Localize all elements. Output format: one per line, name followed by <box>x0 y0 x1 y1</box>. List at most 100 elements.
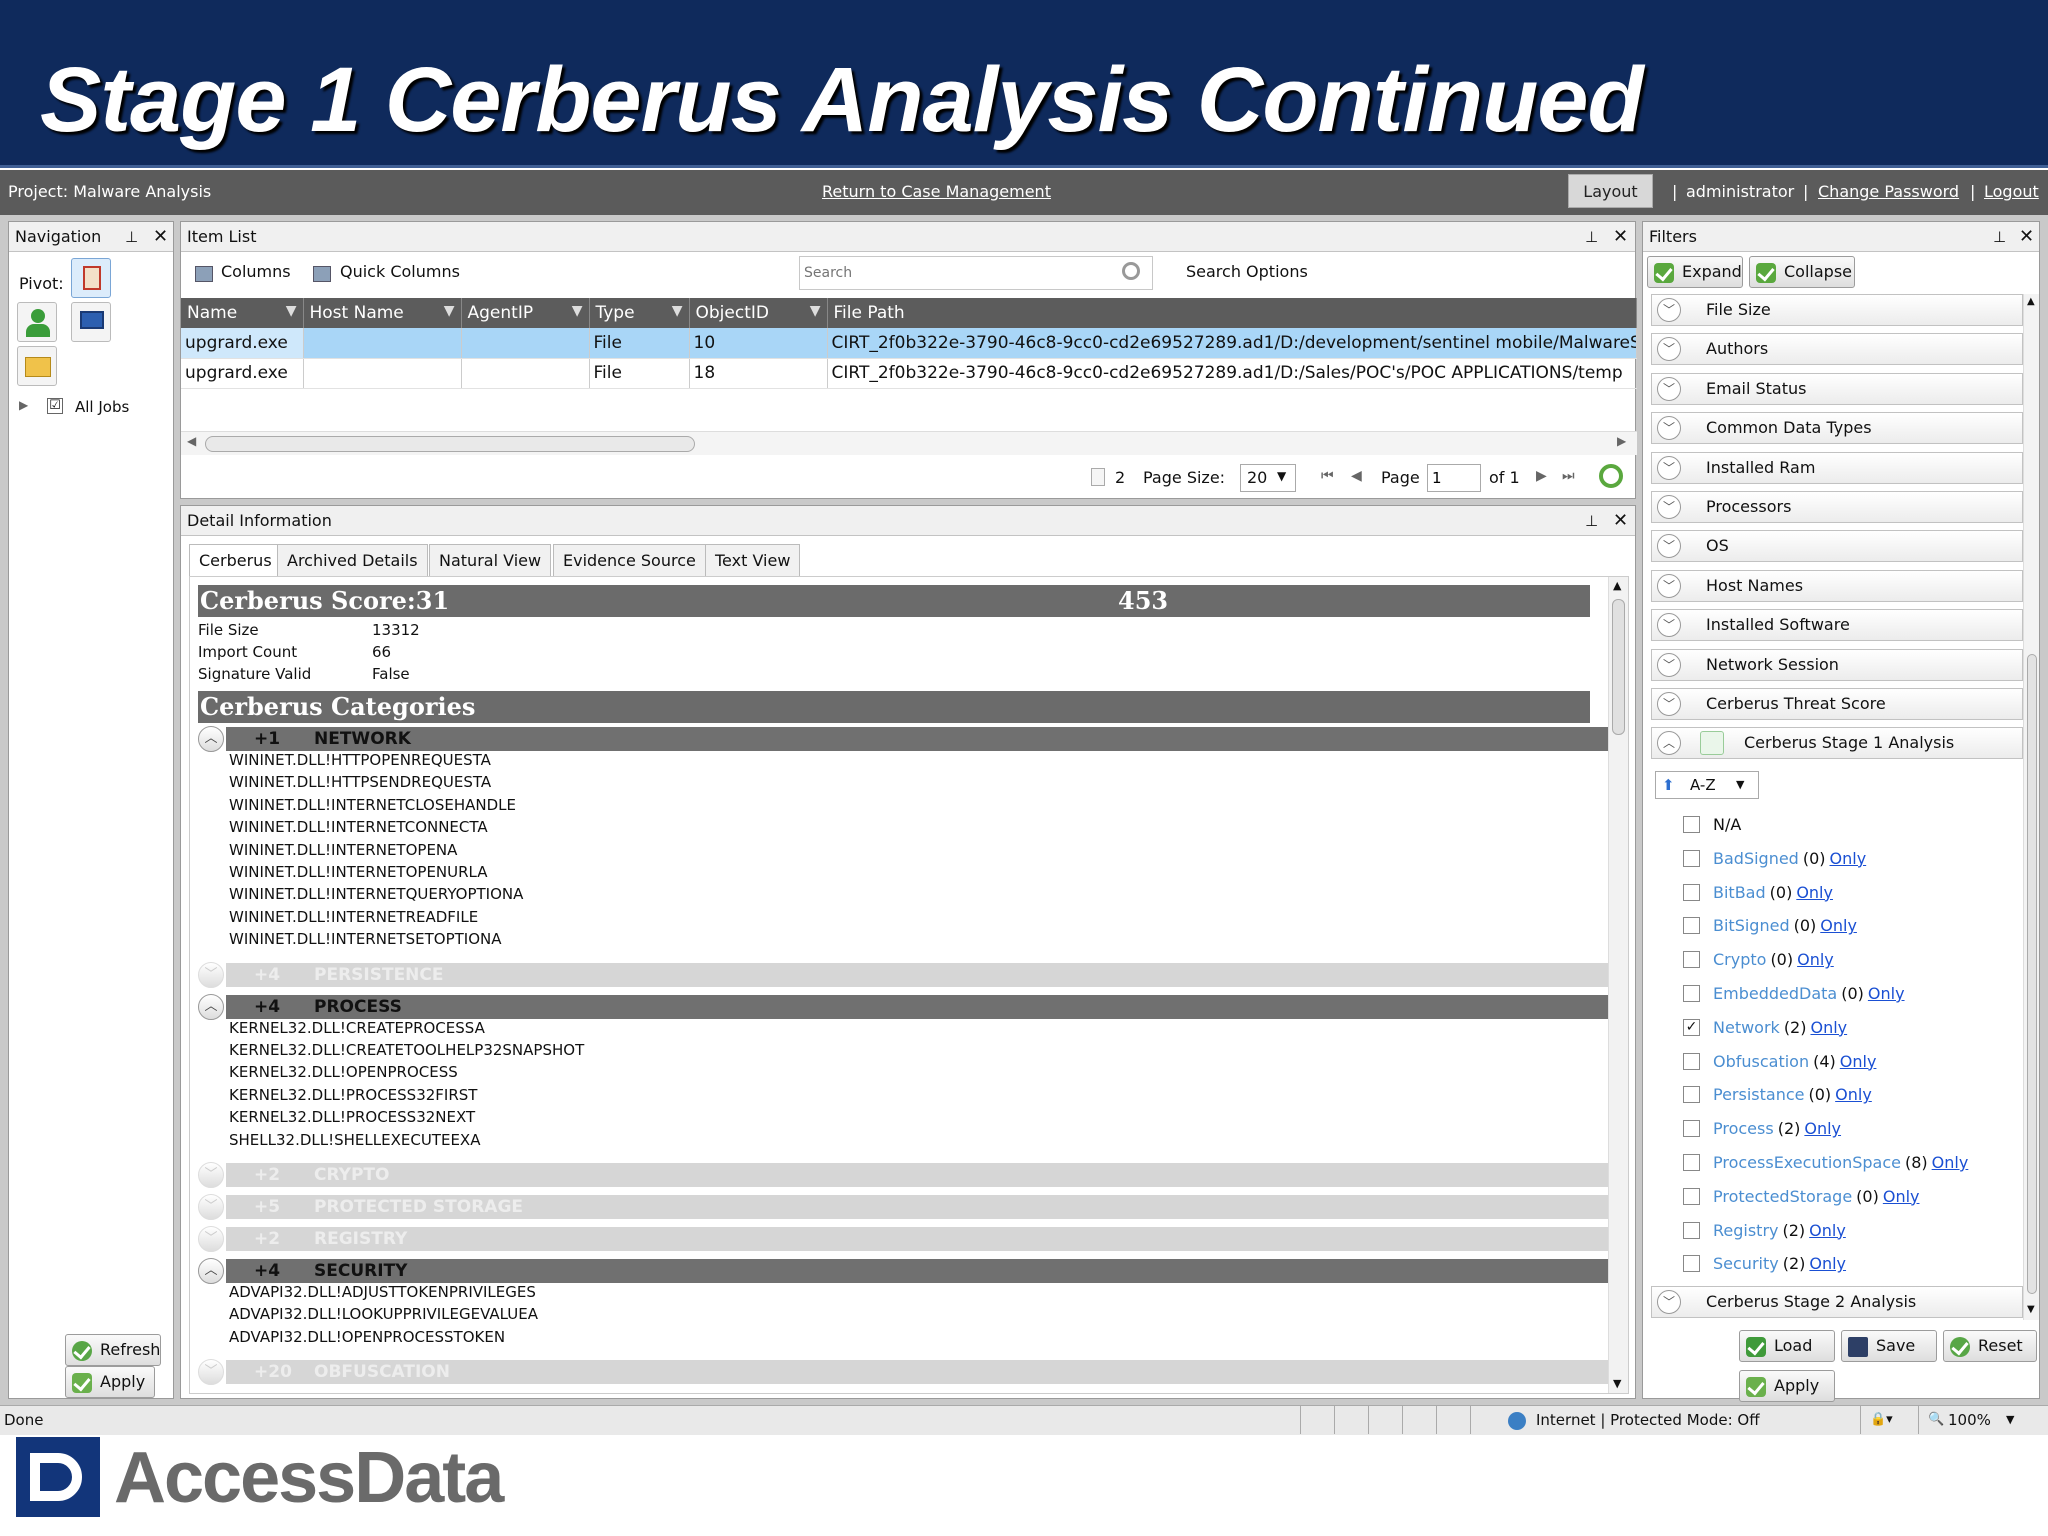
checkbox[interactable] <box>1683 917 1700 935</box>
expand-category-icon[interactable]: ﹀ <box>198 961 224 988</box>
expand-icon[interactable]: ﹀ <box>1657 376 1681 401</box>
filter-option[interactable]: Registry (2) Only <box>1683 1221 1846 1240</box>
layout-button[interactable]: Layout <box>1568 174 1653 208</box>
category-header[interactable]: +2 REGISTRY <box>226 1227 1618 1251</box>
filter-option[interactable]: BadSigned (0) Only <box>1683 849 1866 868</box>
pin-icon[interactable]: ⊥ <box>1585 506 1598 536</box>
expand-icon[interactable]: ﹀ <box>1657 337 1681 362</box>
option-label[interactable]: Process <box>1713 1119 1774 1138</box>
only-link[interactable]: Only <box>1809 1254 1846 1273</box>
only-link[interactable]: Only <box>1820 916 1857 935</box>
search-box[interactable] <box>799 256 1153 290</box>
refresh-button[interactable]: Refresh <box>65 1334 161 1366</box>
category-header[interactable]: +1 NETWORK <box>226 727 1618 751</box>
tab-natural-view[interactable]: Natural View <box>429 544 552 576</box>
quick-columns-button[interactable]: Quick Columns <box>340 262 460 281</box>
filter-funnel-icon[interactable]: ▼ <box>672 303 683 319</box>
close-icon[interactable]: ✕ <box>2019 222 2034 252</box>
filter-option[interactable]: Process (2) Only <box>1683 1119 1841 1138</box>
checkbox[interactable] <box>1683 1052 1700 1070</box>
option-label[interactable]: Security <box>1713 1254 1779 1273</box>
scrollbar-thumb[interactable] <box>1612 599 1625 735</box>
network-computer-icon[interactable] <box>71 302 111 342</box>
option-label[interactable]: BitSigned <box>1713 916 1790 935</box>
facet-item[interactable]: ﹀ Cerberus Threat Score <box>1651 688 2023 720</box>
facet-item[interactable]: ﹀ Network Session <box>1651 648 2023 681</box>
category-header[interactable]: +4 PROCESS <box>226 994 1618 1019</box>
collapse-category-icon[interactable]: ︿ <box>198 993 224 1020</box>
facet-item[interactable]: ﹀ Installed Software <box>1651 609 2023 642</box>
checkbox[interactable] <box>1683 985 1700 1002</box>
filter-option[interactable]: Security (2) Only <box>1683 1254 1846 1273</box>
collapse-category-icon[interactable]: ︿ <box>198 1258 224 1284</box>
last-page-icon[interactable]: ⏭ <box>1562 468 1575 484</box>
scroll-right-icon[interactable]: ▶ <box>1617 434 1626 448</box>
pin-icon[interactable]: ⊥ <box>1993 222 2006 252</box>
expand-category-icon[interactable]: ﹀ <box>198 1226 224 1252</box>
scrollbar-thumb[interactable] <box>2027 654 2037 1294</box>
expand-icon[interactable]: ﹀ <box>1657 1290 1681 1315</box>
filter-option[interactable]: Crypto (0) Only <box>1683 950 1834 969</box>
checkbox[interactable] <box>1683 1187 1700 1205</box>
filters-apply-button[interactable]: Apply <box>1739 1370 1835 1402</box>
all-jobs-checkbox[interactable]: ☑ <box>47 398 63 414</box>
scroll-up-icon[interactable]: ▲ <box>2027 296 2035 307</box>
checkbox[interactable] <box>1683 1255 1700 1273</box>
clipboard-icon[interactable] <box>71 258 111 298</box>
close-icon[interactable]: ✕ <box>1613 506 1628 536</box>
facet-item[interactable]: ﹀ File Size <box>1651 294 2023 326</box>
expand-icon[interactable]: ﹀ <box>1657 613 1681 638</box>
reset-button[interactable]: Reset <box>1943 1330 2037 1362</box>
user-icon[interactable] <box>17 302 57 342</box>
zoom-level[interactable]: 100% <box>1948 1406 1991 1434</box>
tab-archived-details[interactable]: Archived Details <box>277 544 428 576</box>
table-row[interactable]: upgrard.exe File 18 CIRT_2f0b322e-3790-46c8… <box>181 358 1637 389</box>
expand-category-icon[interactable]: ﹀ <box>198 1162 224 1188</box>
tab-evidence-source[interactable]: Evidence Source <box>553 544 706 576</box>
scroll-up-icon[interactable]: ▲ <box>1613 579 1621 592</box>
expand-icon[interactable]: ﹀ <box>1657 455 1681 480</box>
option-label[interactable]: Obfuscation <box>1713 1052 1809 1071</box>
load-button[interactable]: Load <box>1739 1330 1835 1362</box>
return-to-case-management-link[interactable]: Return to Case Management <box>822 182 1051 201</box>
facet-cerberus-stage-2[interactable]: ﹀ Cerberus Stage 2 Analysis <box>1651 1286 2023 1319</box>
facet-item[interactable]: ﹀ Host Names <box>1651 569 2023 602</box>
collapse-category-icon[interactable]: ︿ <box>198 726 224 752</box>
facet-item[interactable]: ﹀ Processors <box>1651 491 2023 523</box>
filter-option[interactable]: Persistance (0) Only <box>1683 1085 1872 1104</box>
next-page-icon[interactable]: ▶ <box>1536 468 1547 484</box>
expand-category-icon[interactable]: ﹀ <box>198 1359 224 1386</box>
facet-item[interactable]: ﹀ Email Status <box>1651 372 2023 405</box>
filter-option[interactable]: ProcessExecutionSpace (8) Only <box>1683 1153 1969 1172</box>
only-link[interactable]: Only <box>1797 950 1834 969</box>
checkbox[interactable] <box>1683 815 1700 833</box>
protected-mode-icon[interactable]: 🔒▾ <box>1870 1406 1893 1434</box>
close-icon[interactable]: ✕ <box>1613 222 1628 252</box>
checkbox[interactable] <box>1683 883 1700 901</box>
collapse-button[interactable]: Collapse <box>1749 256 1855 288</box>
change-password-link[interactable]: Change Password <box>1818 182 1959 201</box>
search-input[interactable] <box>804 261 1104 285</box>
scroll-down-icon[interactable]: ▼ <box>1613 1377 1621 1390</box>
only-link[interactable]: Only <box>1868 984 1905 1003</box>
filter-option[interactable]: BitBad (0) Only <box>1683 883 1833 902</box>
option-label[interactable]: Crypto <box>1713 950 1766 969</box>
folder-icon[interactable] <box>17 346 57 386</box>
facet-item[interactable]: ﹀ Installed Ram <box>1651 451 2023 484</box>
only-link[interactable]: Only <box>1810 1018 1847 1037</box>
only-link[interactable]: Only <box>1932 1153 1969 1172</box>
column-header[interactable]: Name ▼ <box>181 298 304 328</box>
category-header[interactable]: +5 PROTECTED STORAGE <box>226 1195 1618 1219</box>
search-icon[interactable] <box>1122 262 1140 280</box>
checkbox[interactable] <box>1683 1221 1700 1239</box>
navigation-apply-button[interactable]: Apply <box>65 1366 155 1398</box>
checkbox[interactable]: ✓ <box>1683 1018 1700 1036</box>
column-header[interactable]: ObjectID ▼ <box>689 298 828 328</box>
checkbox[interactable] <box>1683 849 1700 867</box>
option-label[interactable]: BitBad <box>1713 883 1766 902</box>
tab-cerberus[interactable]: Cerberus <box>189 544 282 576</box>
option-label[interactable]: ProcessExecutionSpace <box>1713 1153 1901 1172</box>
filter-funnel-icon[interactable]: ▼ <box>810 303 821 319</box>
expand-icon[interactable]: ﹀ <box>1657 692 1681 716</box>
scroll-down-icon[interactable]: ▼ <box>2027 1304 2035 1315</box>
